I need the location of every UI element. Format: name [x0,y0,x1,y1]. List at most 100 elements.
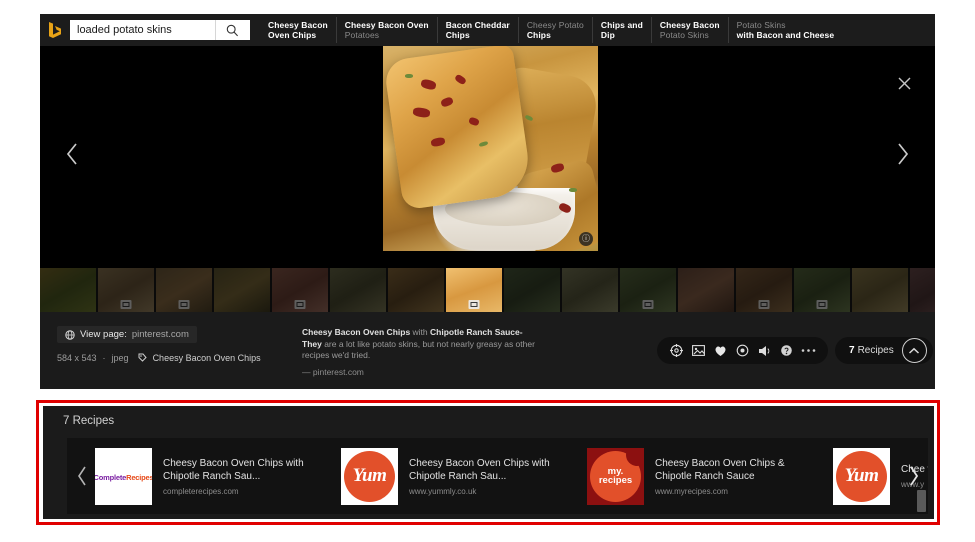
related-search-item-4[interactable]: Chips andDip [592,17,651,43]
related-search-line1: Bacon Cheddar [446,20,510,31]
thumbnail-strip[interactable] [40,268,935,312]
recipes-count: 7 [849,345,855,356]
recipe-card-text: Cheesy Bacon Oven Chips with Chipotle Ra… [409,457,559,496]
recipe-card-host: www.myrecipes.com [655,487,805,496]
related-search-line2: with Bacon and Cheese [737,30,835,41]
more-options-button[interactable] [800,342,817,359]
image-info-bar: View page: pinterest.com 584 x 543 · jpe… [40,312,935,389]
recipe-card-2[interactable]: my.recipes Cheesy Bacon Oven Chips & Chip… [559,438,805,514]
thumbnail-8[interactable] [504,268,560,312]
thumbnail-12[interactable] [736,268,792,312]
recipe-card-text: Cheesy Bacon Oven Chips & Chipotle Ranch… [655,457,805,496]
related-search-item-1[interactable]: Cheesy Bacon OvenPotatoes [336,17,437,43]
related-search-line2: Potatoes [345,30,429,41]
recipe-card-1[interactable]: YumCheesy Bacon Oven Chips with Chipotle… [313,438,559,514]
close-button[interactable] [891,70,917,96]
image-filetype: jpeg [112,353,129,363]
recipe-card-0[interactable]: CompleteRecipes Cheesy Bacon Oven Chips w… [67,438,313,514]
previous-image-button[interactable] [56,132,90,176]
pin-button[interactable] [734,342,751,359]
related-search-item-6[interactable]: Potato Skinswith Bacon and Cheese [728,17,843,43]
explore-icon [670,344,683,357]
related-search-line1: Cheesy Potato [527,20,584,31]
myrecipes-logo: my.recipes [587,448,644,505]
thumbnail-14[interactable] [852,268,908,312]
description-strong-title: Cheesy Bacon Oven Chips [302,327,410,337]
thumbnail-7[interactable] [446,268,502,312]
thumbnail-5[interactable] [330,268,386,312]
recipe-card-host: www.yummly.co.uk [409,487,559,496]
recipes-collapse-button[interactable] [902,338,927,363]
search-input[interactable] [77,21,215,39]
hero-image[interactable]: ⓘ [383,46,598,251]
search-box [70,20,250,40]
thumbnail-4[interactable] [272,268,328,312]
thumbnail-badge-icon [759,300,770,309]
recipe-card-title: Cheesy Bacon Oven Chips with Chipotle Ra… [409,457,559,483]
description-strong-they: They [302,339,322,349]
related-search-item-5[interactable]: Cheesy BaconPotato Skins [651,17,728,43]
image-stage: ⓘ [40,46,935,268]
panel-scrollbar[interactable] [917,490,926,512]
similar-images-button[interactable] [690,342,707,359]
recipes-panel: 7 Recipes CompleteRecipesCheesy Bacon Ov… [43,406,934,519]
thumbnail-15[interactable] [910,268,935,312]
image-source-info: View page: pinterest.com 584 x 543 · jpe… [57,326,292,363]
search-icon [226,24,239,37]
share-button[interactable] [756,342,773,359]
share-icon [758,345,771,357]
next-image-button[interactable] [885,132,919,176]
image-tag-label: Cheesy Bacon Oven Chips [153,353,261,363]
chevron-left-icon [76,465,89,487]
search-button[interactable] [215,20,248,40]
thumbnail-6[interactable] [388,268,444,312]
related-search-item-0[interactable]: Cheesy BaconOven Chips [260,17,336,43]
thumbnail-13[interactable] [794,268,850,312]
info-badge-icon[interactable]: ⓘ [579,232,593,246]
description-strong-sauce: Chipotle Ranch Sauce- [430,327,523,337]
related-search-line2: Chips [527,30,584,41]
thumbnail-9[interactable] [562,268,618,312]
close-icon [897,76,912,91]
thumbnail-1[interactable] [98,268,154,312]
related-search-item-2[interactable]: Bacon CheddarChips [437,17,518,43]
thumbnail-10[interactable] [620,268,676,312]
image-actions-bar [657,337,828,364]
thumbnail-0[interactable] [40,268,96,312]
description-rest: are a lot like potato skins, but not nea… [302,339,535,361]
thumbnail-badge-icon [121,300,132,309]
recipe-card-host: completerecipes.com [163,487,313,496]
view-page-label: View page: [80,329,127,340]
recipe-card-text: Cheesy Bacon Oven Chips with Chipotle Ra… [163,457,313,496]
image-icon [692,345,705,356]
related-search-line1: Cheesy Bacon [268,20,328,31]
feedback-button[interactable] [778,342,795,359]
recipes-toggle-pill[interactable]: 7 Recipes [835,337,933,364]
visual-search-button[interactable] [668,342,685,359]
tag-icon [138,353,147,362]
view-page-button[interactable]: View page: pinterest.com [57,326,197,343]
completerecipes-logo: CompleteRecipes [95,448,152,505]
thumbnail-3[interactable] [214,268,270,312]
thumbnail-11[interactable] [678,268,734,312]
heart-icon [714,345,727,357]
related-search-line2: Potato Skins [660,30,720,41]
chevron-up-icon [908,347,920,355]
recipes-prev-button[interactable] [67,438,97,514]
thumbnail-2[interactable] [156,268,212,312]
metadata-separator: · [103,353,106,363]
related-search-line1: Chips and [601,20,643,31]
bing-logo-icon[interactable] [40,14,70,46]
chevron-left-icon [65,141,81,167]
image-dimensions: 584 x 543 [57,353,97,363]
save-button[interactable] [712,342,729,359]
thumbnail-badge-icon [469,300,480,309]
chevron-right-icon [894,141,910,167]
related-search-line1: Cheesy Bacon [660,20,720,31]
related-search-item-3[interactable]: Cheesy PotatoChips [518,17,592,43]
image-viewer: Cheesy BaconOven ChipsCheesy Bacon OvenP… [40,14,935,389]
recipe-card-title: Cheesy Bacon Oven Chips & Chipotle Ranch… [655,457,805,483]
view-page-host: pinterest.com [132,329,189,340]
related-searches: Cheesy BaconOven ChipsCheesy Bacon OvenP… [260,14,935,46]
bing-image-detail-page: Cheesy BaconOven ChipsCheesy Bacon OvenP… [0,0,975,542]
